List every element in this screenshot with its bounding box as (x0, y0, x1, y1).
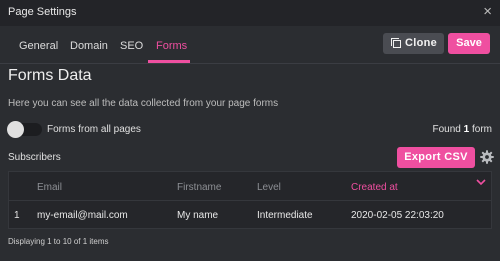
close-icon[interactable]: × (483, 2, 492, 22)
active-tab-indicator (148, 60, 190, 63)
column-header-firstname[interactable]: Firstname (177, 182, 221, 193)
column-header-level[interactable]: Level (257, 182, 281, 193)
found-count-text: Found 1 form (433, 124, 492, 135)
tab-domain[interactable]: Domain (70, 40, 108, 52)
chevron-down-icon[interactable] (476, 178, 486, 186)
subscribers-table: Email Firstname Level Created at 1 my-em… (8, 171, 492, 229)
export-csv-button[interactable]: Export CSV (397, 147, 475, 168)
subscribers-label: Subscribers (8, 152, 61, 163)
row-firstname: My name (177, 210, 219, 221)
page-title: Forms Data (8, 67, 92, 84)
row-level: Intermediate (257, 210, 313, 221)
clone-button[interactable]: Clone (383, 33, 444, 54)
found-suffix: form (472, 124, 492, 135)
clone-icon (391, 38, 401, 48)
tab-forms[interactable]: Forms (156, 40, 187, 52)
found-count: 1 (463, 124, 470, 135)
found-prefix: Found (432, 124, 461, 135)
all-pages-toggle[interactable] (7, 121, 42, 138)
table-header: Email Firstname Level Created at (9, 172, 491, 201)
row-email: my-email@mail.com (37, 210, 128, 221)
title-bar: Page Settings × (0, 0, 500, 26)
toggle-knob (7, 121, 24, 138)
window-title: Page Settings (8, 6, 77, 18)
page-description: Here you can see all the data collected … (8, 98, 279, 109)
column-header-email[interactable]: Email (37, 182, 62, 193)
row-created-at: 2020-02-05 22:03:20 (351, 210, 444, 221)
save-button[interactable]: Save (448, 33, 490, 54)
gear-icon[interactable] (479, 149, 495, 165)
table-row[interactable]: 1 my-email@mail.com My name Intermediate… (9, 201, 491, 229)
row-index: 1 (14, 210, 20, 221)
tab-seo[interactable]: SEO (120, 40, 143, 52)
clone-button-label: Clone (405, 37, 438, 49)
pagination-summary: Displaying 1 to 10 of 1 items (8, 237, 109, 246)
all-pages-toggle-label: Forms from all pages (47, 124, 141, 135)
column-header-created-at[interactable]: Created at (351, 182, 398, 193)
tab-general[interactable]: General (19, 40, 58, 52)
